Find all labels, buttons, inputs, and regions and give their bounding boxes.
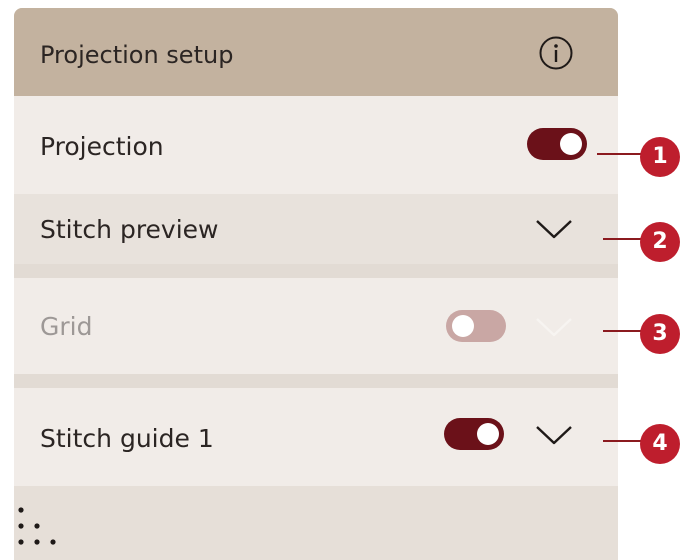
drag-handle-dots-icon[interactable] <box>16 505 56 550</box>
row-stitch-guide: Stitch guide 1 <box>14 388 618 486</box>
callout-badge-4: 4 <box>640 424 680 464</box>
row-divider <box>14 374 618 388</box>
chevron-down-icon[interactable] <box>535 218 573 240</box>
panel-title: Projection setup <box>40 41 234 69</box>
grid-toggle[interactable] <box>446 310 506 342</box>
projection-toggle[interactable] <box>527 128 587 160</box>
row-label-stitch-guide: Stitch guide 1 <box>40 424 214 453</box>
info-icon[interactable] <box>539 36 573 70</box>
callout-badge-1: 1 <box>640 137 680 177</box>
chevron-down-icon[interactable] <box>535 424 573 446</box>
callout-badge-2: 2 <box>640 222 680 262</box>
toggle-knob <box>452 315 474 337</box>
toggle-knob <box>560 133 582 155</box>
projection-setup-panel: Projection setup Projection Stitch previ… <box>14 8 618 560</box>
row-stitch-preview[interactable]: Stitch preview <box>14 194 618 264</box>
row-label-stitch-preview: Stitch preview <box>40 215 219 244</box>
chevron-down-icon <box>536 318 572 337</box>
callout-line <box>597 153 644 155</box>
row-grid: Grid <box>14 278 618 374</box>
row-label-grid: Grid <box>40 312 93 341</box>
panel-header: Projection setup <box>14 8 618 96</box>
stitch-guide-toggle[interactable] <box>444 418 504 450</box>
row-projection: Projection <box>14 96 618 194</box>
row-divider <box>14 264 618 278</box>
callout-badge-3: 3 <box>640 314 680 354</box>
panel-footer <box>14 486 618 560</box>
toggle-knob <box>477 423 499 445</box>
row-label-projection: Projection <box>40 132 164 161</box>
